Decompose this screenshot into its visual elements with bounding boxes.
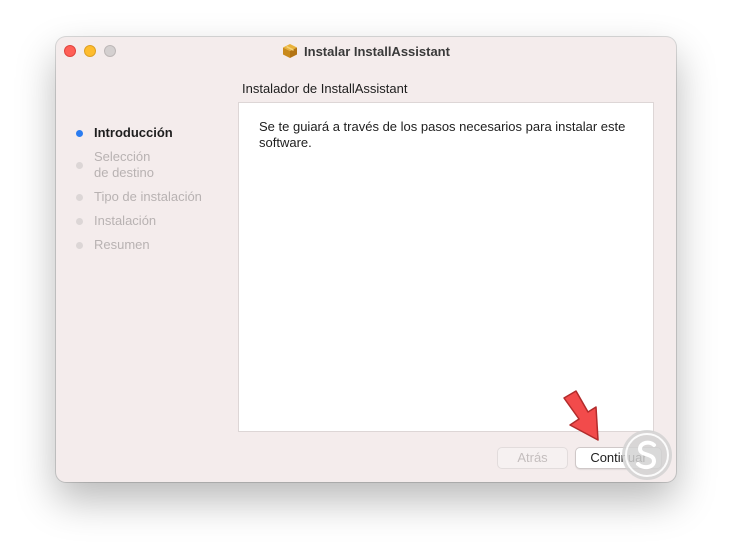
installer-steps: Introducción Selección de destino Tipo d… — [74, 125, 244, 261]
annotation-arrow-icon — [563, 390, 599, 441]
step-tipo-de-instalacion: Tipo de instalación — [74, 189, 244, 205]
zoom-window-button[interactable] — [104, 45, 116, 57]
step-dot — [76, 242, 83, 249]
active-step-dot — [76, 130, 83, 137]
window-title: Instalar InstallAssistant — [304, 43, 450, 59]
step-label: Tipo de instalación — [94, 189, 202, 204]
back-button[interactable]: Atrás — [497, 447, 568, 469]
pane-title: Instalador de InstallAssistant — [242, 81, 408, 96]
close-window-button[interactable] — [64, 45, 76, 57]
window-title-group: Instalar InstallAssistant — [282, 43, 450, 59]
package-icon — [282, 43, 298, 59]
step-instalacion: Instalación — [74, 213, 244, 229]
step-seleccion-de-destino: Selección de destino — [74, 149, 244, 181]
step-dot — [76, 218, 83, 225]
step-introduccion: Introducción — [74, 125, 244, 141]
watermark-logo-icon — [622, 430, 672, 480]
step-label-line1: Selección — [94, 149, 151, 164]
step-resumen: Resumen — [74, 237, 244, 253]
title-bar: Instalar InstallAssistant — [56, 37, 676, 65]
step-label-line2: de destino — [94, 165, 154, 180]
step-label: Introducción — [94, 125, 173, 140]
introduction-text: Se te guiará a través de los pasos neces… — [259, 119, 626, 150]
step-dot — [76, 194, 83, 201]
step-label: Resumen — [94, 237, 150, 252]
content-panel: Se te guiará a través de los pasos neces… — [238, 102, 654, 432]
minimize-window-button[interactable] — [84, 45, 96, 57]
step-label: Instalación — [94, 213, 157, 228]
step-dot — [76, 162, 83, 169]
